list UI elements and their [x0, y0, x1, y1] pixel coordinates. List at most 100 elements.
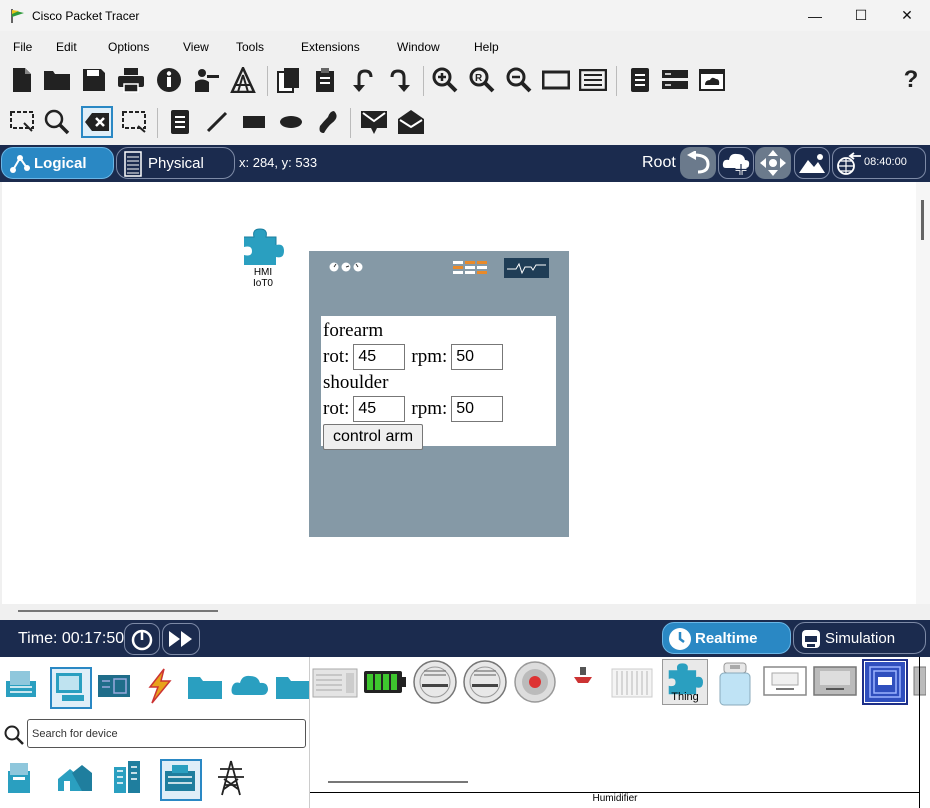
notes-icon[interactable]: [626, 66, 654, 94]
device-list-horizontal-scrollbar[interactable]: [328, 781, 468, 783]
home-subcategory-icon[interactable]: [4, 759, 46, 801]
control-button-row: control arm: [323, 422, 556, 450]
smart-city-subcategory-icon[interactable]: [56, 759, 98, 801]
save-icon[interactable]: [80, 66, 108, 94]
device-type-selection: Search for device: [0, 657, 310, 808]
simulation-time: Time: 00:17:50: [18, 630, 125, 647]
components-category-icon[interactable]: [96, 669, 138, 711]
tab-physical-label: Physical: [148, 154, 204, 172]
zoom-in-icon[interactable]: [431, 66, 459, 94]
add-complex-pdu-icon[interactable]: [397, 108, 425, 136]
paste-icon[interactable]: [312, 66, 340, 94]
device-list-divider: [919, 657, 920, 808]
power-tower-subcategory-icon[interactable]: [212, 759, 254, 801]
wizard-icon[interactable]: [192, 66, 220, 94]
hmi-device-panel: forearm rot: rpm: shoulder rot: rpm: con…: [309, 251, 569, 537]
redo-icon[interactable]: [386, 66, 414, 94]
undo-icon[interactable]: [349, 66, 377, 94]
battery-device-icon[interactable]: [362, 661, 408, 703]
realtime-mode-button[interactable]: Realtime: [662, 622, 791, 654]
draw-ellipse-icon[interactable]: [277, 108, 305, 136]
carbon-monoxide-detector-device-icon[interactable]: [462, 659, 508, 705]
network-devices-category-icon[interactable]: [4, 667, 46, 709]
siren-device-icon[interactable]: [512, 659, 558, 705]
move-object-button[interactable]: [755, 147, 791, 179]
custom-device-dialog-icon[interactable]: [579, 66, 607, 94]
device-search-input[interactable]: Search for device: [27, 719, 306, 748]
humidifier-device-icon[interactable]: [712, 659, 758, 707]
draw-line-icon[interactable]: [203, 108, 231, 136]
power-cycle-button[interactable]: [124, 623, 160, 655]
connections-category-icon[interactable]: [140, 667, 182, 709]
humidity-monitor-device-icon[interactable]: [762, 665, 808, 707]
menu-file[interactable]: File: [13, 40, 32, 54]
fast-forward-button[interactable]: [162, 623, 200, 655]
shoulder-rot-input[interactable]: [353, 396, 406, 422]
simulation-mode-button[interactable]: Simulation: [793, 622, 926, 654]
menu-options[interactable]: Options: [108, 40, 149, 54]
tab-physical[interactable]: Physical: [116, 147, 235, 179]
zoom-reset-icon[interactable]: R: [468, 66, 496, 94]
device-template-icon[interactable]: [661, 66, 689, 94]
industrial-subcategory-icon[interactable]: [108, 759, 150, 801]
network-info-icon[interactable]: [229, 66, 257, 94]
delete-icon[interactable]: [81, 106, 113, 138]
close-button[interactable]: ✕: [884, 0, 930, 31]
power-meter-device-icon[interactable]: [812, 665, 858, 707]
tab-logical[interactable]: Logical: [1, 147, 114, 179]
close-icon: ✕: [901, 7, 913, 23]
menu-edit[interactable]: Edit: [56, 40, 77, 54]
place-note-icon[interactable]: [166, 108, 194, 136]
freeform-icon[interactable]: [314, 108, 342, 136]
packet-tracer-app-icon: [10, 8, 26, 24]
maximize-button[interactable]: ☐: [838, 0, 884, 31]
cloud-plus-icon: [722, 153, 750, 175]
shoulder-values-row: rot: rpm:: [323, 396, 556, 422]
vscroll-thumb[interactable]: [921, 200, 924, 240]
inspect-icon[interactable]: [43, 108, 71, 136]
back-button[interactable]: [680, 147, 716, 179]
forearm-rot-input[interactable]: [353, 344, 406, 370]
info-icon[interactable]: [155, 66, 183, 94]
new-cluster-button[interactable]: [718, 147, 754, 179]
select-icon[interactable]: [8, 108, 36, 136]
workspace-horizontal-scrollbar[interactable]: [0, 604, 930, 620]
multiuser-connection-category-icon[interactable]: [230, 669, 272, 711]
new-file-icon[interactable]: [8, 66, 36, 94]
miscellaneous-category-icon[interactable]: [186, 669, 228, 711]
menu-window[interactable]: Window: [397, 40, 440, 54]
set-background-button[interactable]: [794, 147, 830, 179]
menu-view[interactable]: View: [183, 40, 209, 54]
toolbar-separator: [350, 108, 351, 138]
hscroll-thumb[interactable]: [18, 610, 218, 612]
shoulder-rpm-input[interactable]: [451, 396, 504, 422]
carbon-dioxide-detector-device-icon[interactable]: [412, 659, 458, 705]
print-icon[interactable]: [117, 66, 145, 94]
heating-radiator-device-icon[interactable]: [610, 665, 656, 707]
fire-sprinkler-device-icon[interactable]: [568, 665, 598, 707]
menu-help[interactable]: Help: [474, 40, 499, 54]
menu-tools[interactable]: Tools: [236, 40, 264, 54]
add-simple-pdu-icon[interactable]: [360, 108, 388, 136]
workspace-vertical-scrollbar[interactable]: [916, 182, 930, 604]
app-window: Cisco Packet Tracer — ☐ ✕ File Edit Opti…: [0, 0, 930, 808]
forearm-rpm-input[interactable]: [451, 344, 504, 370]
shoulder-label: shoulder: [323, 372, 389, 393]
drawing-palette-icon[interactable]: [542, 66, 570, 94]
draw-rectangle-icon[interactable]: [240, 108, 268, 136]
menu-extensions[interactable]: Extensions: [301, 40, 360, 54]
minimize-button[interactable]: —: [792, 0, 838, 31]
end-devices-category-icon[interactable]: [50, 667, 92, 709]
forearm-rot-label: rot:: [323, 346, 350, 367]
copy-icon[interactable]: [275, 66, 303, 94]
rfid-card-device-icon[interactable]: [862, 659, 908, 705]
zoom-out-icon[interactable]: [505, 66, 533, 94]
cloud-window-icon[interactable]: [698, 66, 726, 94]
resize-shape-icon[interactable]: [120, 108, 148, 136]
power-grid-subcategory-icon[interactable]: [160, 759, 202, 801]
simulation-label: Simulation: [825, 629, 896, 647]
open-folder-icon[interactable]: [43, 66, 71, 94]
air-conditioner-device-icon[interactable]: [312, 661, 358, 703]
help-question-icon[interactable]: ?: [897, 66, 925, 94]
control-arm-button[interactable]: control arm: [323, 424, 424, 450]
